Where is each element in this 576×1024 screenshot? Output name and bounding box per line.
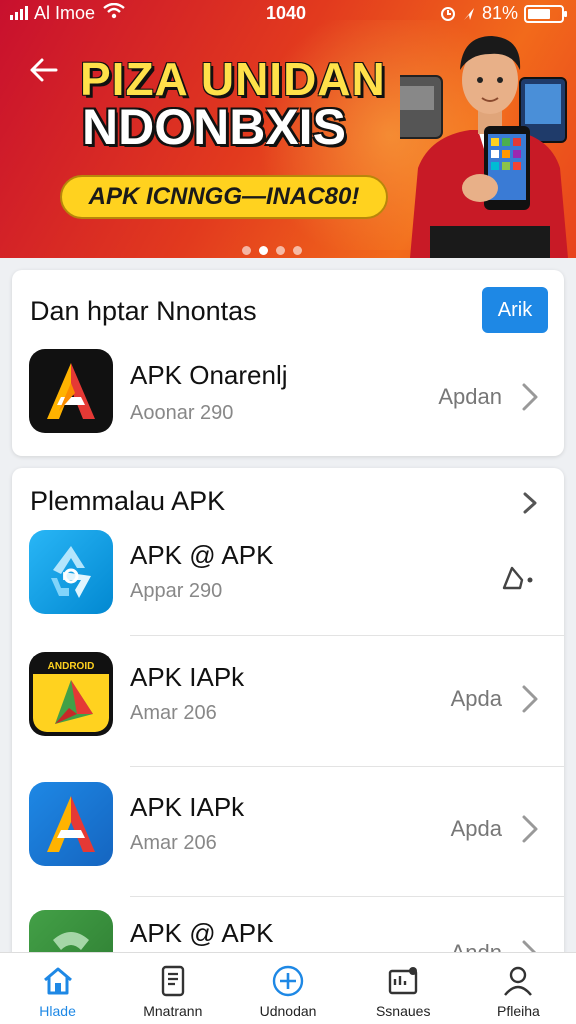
popular-card: Plemmalau APK APK @ APK Appar 290 ANDROI… xyxy=(12,468,564,968)
play-icon: ANDROID xyxy=(29,652,113,736)
banner-headline-bottom: NDONBXIS xyxy=(82,99,346,155)
battery-percent: 81% xyxy=(481,3,518,23)
carousel-indicator[interactable] xyxy=(242,246,302,255)
carousel-dot[interactable] xyxy=(242,246,251,255)
nav-label: Udnodan xyxy=(259,1003,317,1019)
carousel-dot[interactable] xyxy=(293,246,302,255)
row-divider xyxy=(130,896,564,897)
location-icon xyxy=(463,7,474,20)
app-action[interactable]: Apda xyxy=(451,816,502,842)
svg-text:ANDROID: ANDROID xyxy=(48,661,95,672)
battery-icon xyxy=(524,4,567,23)
plus-circle-icon xyxy=(272,965,304,997)
nav-item-apps[interactable]: Ssnaues xyxy=(346,953,461,1024)
wifi-icon xyxy=(103,2,125,24)
carousel-dot[interactable] xyxy=(276,246,285,255)
home-icon xyxy=(43,967,72,995)
chevron-right-icon xyxy=(522,383,538,411)
document-icon xyxy=(161,965,184,997)
row-divider xyxy=(130,766,564,767)
app-action[interactable]: Apda xyxy=(451,686,502,712)
app-name: APK @ APK xyxy=(130,918,274,948)
app-name: APK @ APK xyxy=(130,540,274,570)
featured-card: Dan hptar Nnontas Arik APK Onarenlj Aoon… xyxy=(12,270,564,456)
share-icon[interactable] xyxy=(498,558,538,594)
app-name: APK Onarenlj xyxy=(130,360,288,390)
nav-label: Pfleiha xyxy=(497,1003,540,1019)
promo-banner[interactable]: Al Imoe 1040 81% PIZA UNIDAN NDONBXIS AP… xyxy=(0,0,576,258)
app-size: Amar 206 xyxy=(130,702,217,724)
status-bar: Al Imoe 1040 81% xyxy=(0,0,576,26)
app-size: Amar 206 xyxy=(130,832,217,854)
popular-title: Plemmalau APK xyxy=(30,486,226,516)
banner-person-image xyxy=(400,36,568,258)
nav-label: Hlade xyxy=(39,1003,76,1019)
signal-icon xyxy=(10,6,28,20)
apps-icon xyxy=(389,967,418,995)
nav-item-profile[interactable]: Pfleiha xyxy=(461,953,576,1024)
carousel-dot-active[interactable] xyxy=(259,246,268,255)
chevron-right-icon xyxy=(522,815,538,843)
nav-label: Ssnaues xyxy=(375,1003,431,1019)
nav-item-upload[interactable]: Udnodan xyxy=(230,953,345,1024)
banner-promo-pill[interactable]: APK ICNNGG—INAC80! xyxy=(60,175,388,219)
app-row[interactable]: ANDROID APK IAPk Amar 206 Apda xyxy=(12,646,564,776)
chevron-right-icon xyxy=(522,685,538,713)
row-divider xyxy=(130,635,564,636)
a-logo-icon xyxy=(29,349,113,433)
profile-icon xyxy=(504,966,533,996)
bottom-nav: Hlade Mnatrann Udnodan Ssnaues Pfleiha xyxy=(0,952,576,1024)
app-name: APK IAPk xyxy=(130,662,245,692)
featured-title: Dan hptar Nnontas xyxy=(30,296,257,326)
nav-item-home[interactable]: Hlade xyxy=(0,953,115,1024)
carrier-name: Al Imoe xyxy=(34,2,96,23)
a-logo-icon xyxy=(29,782,113,866)
alarm-icon xyxy=(440,6,455,21)
app-size: Aoonar 290 xyxy=(130,402,234,424)
apk-button[interactable]: Arik xyxy=(482,287,548,333)
featured-app-row[interactable]: APK Onarenlj Aoonar 290 Apdan xyxy=(12,346,564,476)
app-row[interactable]: APK IAPk Amar 206 Apda xyxy=(12,776,564,906)
nav-item-manage[interactable]: Mnatrann xyxy=(115,953,230,1024)
clock: 1040 xyxy=(266,3,307,23)
back-button[interactable] xyxy=(24,50,64,90)
app-size: Appar 290 xyxy=(130,580,223,602)
app-action[interactable]: Apdan xyxy=(438,384,502,410)
app-name: APK IAPk xyxy=(130,792,245,822)
recycle-icon xyxy=(29,530,113,614)
chevron-right-icon[interactable] xyxy=(520,488,540,518)
arrow-left-icon xyxy=(30,58,58,82)
nav-label: Mnatrann xyxy=(143,1003,203,1019)
